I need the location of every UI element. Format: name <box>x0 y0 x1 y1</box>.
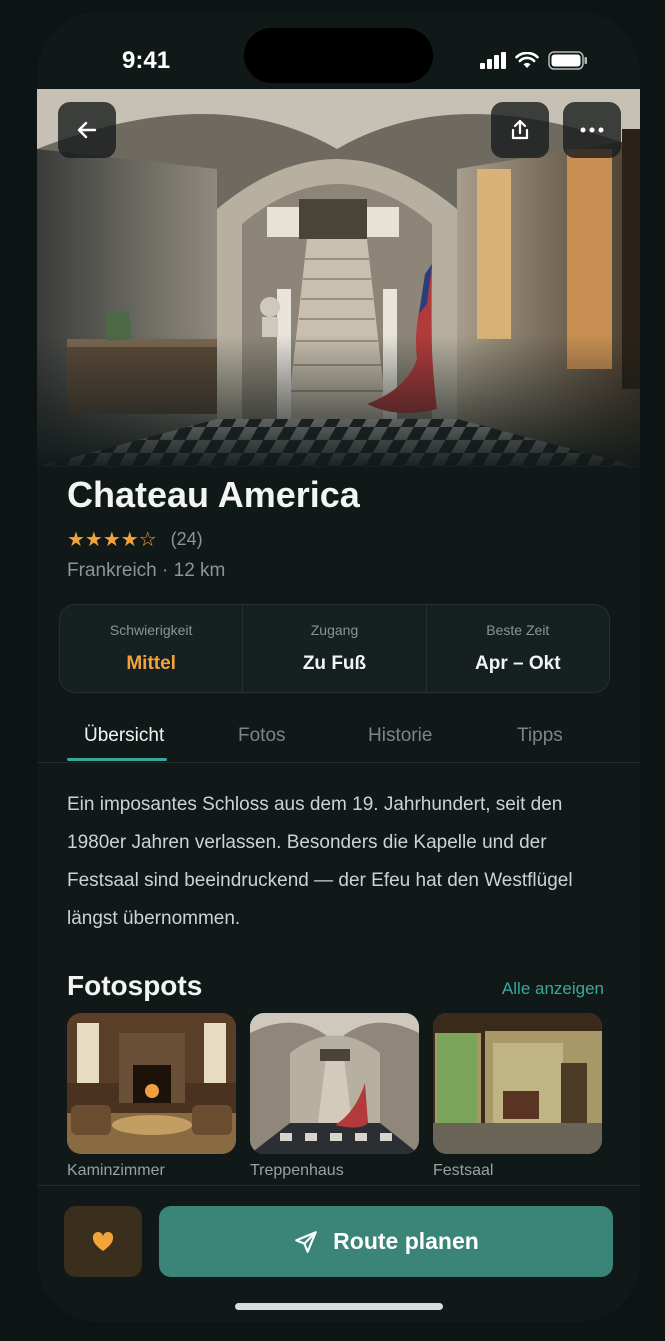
route-plan-label: Route planen <box>333 1228 479 1254</box>
info-best-time: Beste Zeit Apr – Okt <box>425 605 609 692</box>
info-difficulty: Schwierigkeit Mittel <box>60 605 242 692</box>
send-icon <box>295 1230 317 1253</box>
info-value: Apr – Okt <box>475 653 561 674</box>
place-title: Chateau America <box>67 474 360 515</box>
photospot-card[interactable]: Treppenhaus <box>250 1013 419 1180</box>
hero-image <box>37 89 640 467</box>
more-dots-icon <box>580 127 604 133</box>
tab-bar: Übersicht Fotos Historie Tipps <box>37 712 640 763</box>
see-all-link[interactable]: Alle anzeigen <box>502 979 604 999</box>
battery-icon <box>548 51 587 70</box>
photospot-caption: Treppenhaus <box>250 1162 344 1179</box>
photospot-image <box>250 1013 419 1154</box>
rating-stars: ★★★★☆ <box>67 527 157 551</box>
review-count[interactable]: (24) <box>171 529 203 550</box>
signal-icon <box>480 52 506 69</box>
photospot-image <box>67 1013 236 1154</box>
heart-icon <box>92 1231 114 1251</box>
tab-history[interactable]: Historie <box>368 725 432 747</box>
route-plan-button[interactable]: Route planen <box>159 1206 613 1277</box>
more-button[interactable] <box>563 102 621 158</box>
status-bar: 9:41 <box>37 12 640 90</box>
photospot-caption: Kaminzimmer <box>67 1162 165 1179</box>
photospot-caption: Festsaal <box>433 1162 494 1179</box>
photospot-image <box>433 1013 602 1154</box>
photospots-title: Fotospots <box>67 970 203 1001</box>
dynamic-island <box>244 28 433 83</box>
back-button[interactable] <box>58 102 116 158</box>
tab-overview[interactable]: Übersicht <box>84 725 164 747</box>
info-access: Zugang Zu Fuß <box>242 605 425 692</box>
info-value: Mittel <box>126 653 176 674</box>
rating: ★★★★☆ (24) <box>67 527 203 551</box>
arrow-left-icon <box>77 121 97 139</box>
tab-tips[interactable]: Tipps <box>517 725 563 747</box>
share-icon <box>511 119 529 140</box>
share-button[interactable] <box>491 102 549 158</box>
wifi-icon <box>515 52 539 68</box>
phone-frame: 9:41 Chateau America ★★★★☆ (24) Frankrei… <box>37 12 640 1322</box>
info-value: Zu Fuß <box>302 653 367 674</box>
info-card: Schwierigkeit Mittel Zugang Zu Fuß Beste… <box>59 604 610 693</box>
photospot-card[interactable]: Festsaal <box>433 1013 602 1180</box>
info-label: Zugang <box>310 622 359 638</box>
favorite-button[interactable] <box>64 1206 142 1277</box>
status-time: 9:41 <box>122 47 171 74</box>
status-icons <box>480 51 588 70</box>
tab-active-indicator <box>67 758 167 761</box>
description: Ein imposantes Schloss aus dem 19. Jahrh… <box>67 794 573 929</box>
info-label: Beste Zeit <box>486 622 550 638</box>
photospot-card[interactable]: Kaminzimmer <box>67 1013 236 1180</box>
home-indicator[interactable] <box>235 1303 443 1310</box>
place-subtitle: Frankreich · 12 km <box>67 560 226 581</box>
bottom-action-bar: Route planen <box>37 1185 640 1322</box>
info-label: Schwierigkeit <box>109 622 193 638</box>
tab-photos[interactable]: Fotos <box>238 725 286 747</box>
